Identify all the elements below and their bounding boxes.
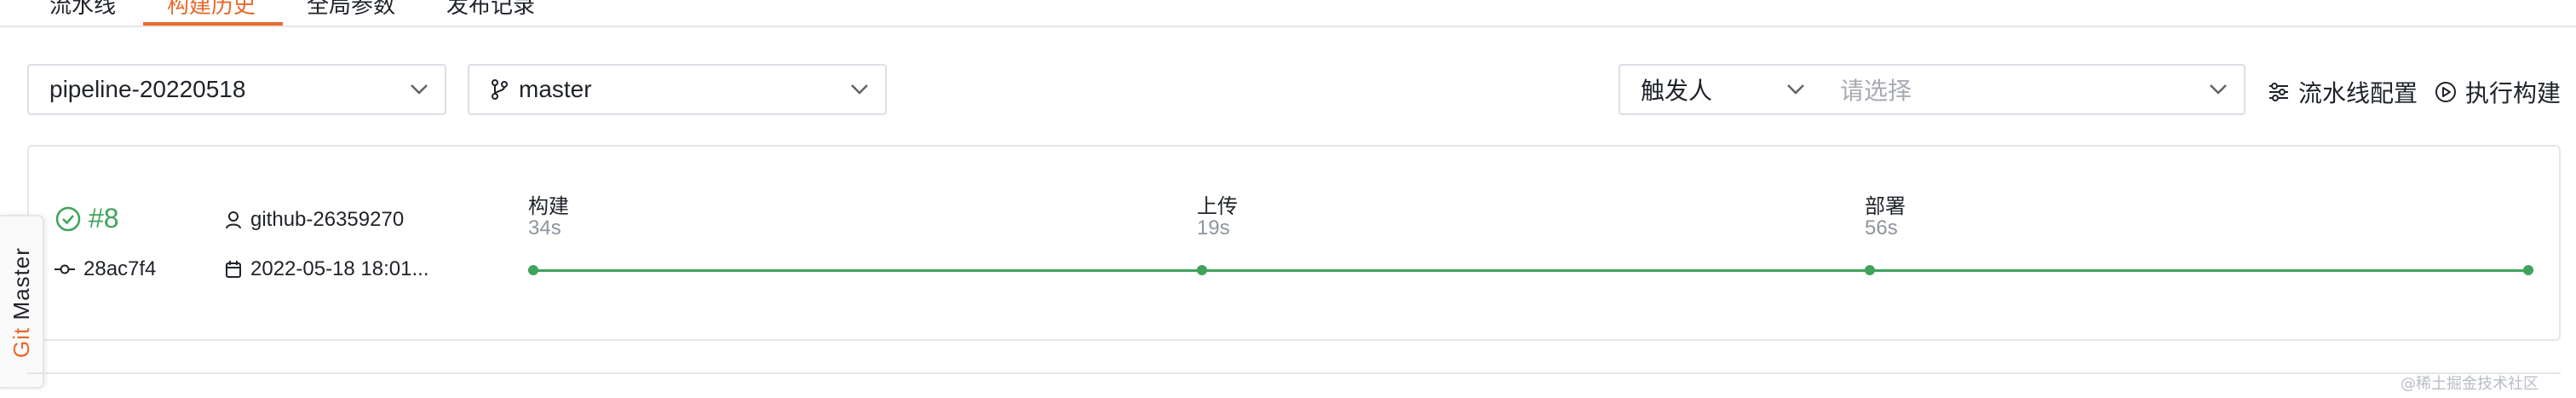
user-icon	[226, 211, 241, 229]
tab-pipeline[interactable]: 流水线	[49, 0, 116, 20]
trigger-user-placeholder: 请选择	[1840, 78, 1912, 104]
pipeline-select-value: pipeline-20220518	[49, 76, 246, 102]
tab-global-params[interactable]: 全局参数	[307, 0, 395, 20]
check-circle-icon	[55, 206, 81, 231]
build-time-value: 2022-05-18 18:01...	[250, 257, 429, 280]
branch-icon	[492, 79, 508, 100]
pipeline-config-label: 流水线配置	[2298, 80, 2418, 107]
watermark: @稀土掘金技术社区	[2401, 375, 2539, 393]
stage-end-dot	[2523, 265, 2533, 275]
chevron-down-icon	[411, 84, 428, 95]
trigger-user-select[interactable]: 请选择	[1820, 64, 2245, 115]
calendar-icon	[226, 261, 241, 278]
stage-name: 上传	[1197, 195, 1238, 218]
chevron-down-icon	[851, 84, 868, 95]
pipeline-config-button[interactable]: 流水线配置	[2268, 75, 2418, 109]
sliders-icon	[2269, 83, 2288, 101]
stage-duration: 34s	[528, 216, 561, 239]
stage-dot[interactable]	[1197, 265, 1207, 275]
stage-progress-track	[528, 269, 2532, 272]
active-tab-indicator	[143, 22, 283, 26]
tab-bar: 流水线 构建历史 全局参数 发布记录	[0, 0, 2576, 27]
stage-name: 部署	[1865, 195, 1906, 218]
build-number[interactable]: #8	[89, 203, 119, 234]
branch-select[interactable]: master	[468, 64, 887, 115]
build-time: 2022-05-18 18:01...	[225, 257, 429, 281]
commit-info[interactable]: 28ac7f4	[55, 257, 156, 281]
tab-build-history[interactable]: 构建历史	[167, 0, 256, 20]
git-master-label-git: Git	[9, 326, 34, 358]
play-circle-icon	[2435, 82, 2456, 102]
branch-select-value: master	[519, 76, 592, 102]
run-build-label: 执行构建	[2465, 80, 2562, 107]
stage-duration: 56s	[1865, 216, 1898, 239]
tab-release-records[interactable]: 发布记录	[446, 0, 535, 20]
trigger-type-select[interactable]: 触发人	[1619, 64, 1821, 115]
pipeline-select[interactable]: pipeline-20220518	[27, 64, 446, 115]
stage-name: 构建	[528, 195, 569, 218]
build-user: github-26359270	[225, 208, 404, 232]
stage-duration: 19s	[1197, 216, 1230, 239]
next-card-edge	[27, 372, 2561, 374]
chevron-down-icon	[2210, 84, 2227, 95]
chevron-down-icon	[1787, 84, 1804, 95]
build-card[interactable]	[27, 145, 2561, 341]
commit-icon	[55, 264, 75, 274]
stage-dot[interactable]	[1865, 265, 1875, 275]
run-build-button[interactable]: 执行构建	[2435, 75, 2561, 109]
git-master-label[interactable]: Git Master	[9, 247, 35, 358]
build-status[interactable]: #8	[55, 203, 119, 234]
build-user-name: github-26359270	[250, 208, 405, 231]
commit-hash: 28ac7f4	[83, 257, 157, 280]
git-master-label-master: Master	[9, 247, 34, 320]
trigger-type-label: 触发人	[1641, 78, 1713, 104]
stage-dot[interactable]	[528, 265, 538, 275]
